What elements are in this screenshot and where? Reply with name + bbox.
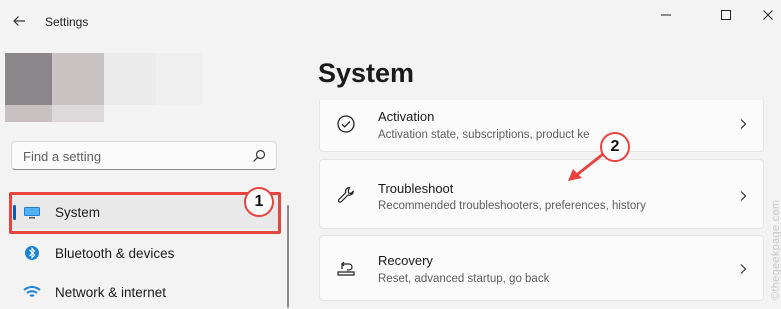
avatar-block (52, 105, 104, 122)
recovery-icon (337, 261, 355, 276)
sidebar-item-bluetooth[interactable]: Bluetooth & devices (10, 236, 280, 270)
bluetooth-icon (23, 244, 41, 262)
settings-card-activation[interactable]: Activation Activation state, subscriptio… (319, 100, 764, 152)
card-title: Recovery (378, 253, 433, 268)
account-avatar[interactable] (5, 53, 203, 122)
search-placeholder: Find a setting (23, 149, 102, 164)
avatar-block (5, 105, 52, 122)
wrench-icon (337, 186, 354, 203)
step-badge-2: 2 (600, 132, 630, 162)
step-badge-1: 1 (244, 187, 274, 217)
wifi-icon (23, 283, 41, 301)
close-button[interactable] (748, 4, 781, 26)
sidebar-item-label: Network & internet (55, 284, 167, 300)
maximize-button[interactable] (706, 4, 746, 26)
sidebar-item-network[interactable]: Network & internet (10, 275, 280, 309)
avatar-block (104, 53, 156, 105)
search-input[interactable]: Find a setting (11, 141, 277, 170)
avatar-block (5, 53, 52, 105)
sidebar-item-label: Bluetooth & devices (55, 245, 175, 261)
card-subtitle: Recommended troubleshooters, preferences… (378, 200, 646, 212)
sidebar-scrollbar[interactable] (287, 205, 289, 308)
settings-card-recovery[interactable]: Recovery Reset, advanced startup, go bac… (319, 235, 764, 301)
back-arrow-icon (13, 16, 25, 26)
card-subtitle: Activation state, subscriptions, product… (378, 129, 590, 141)
avatar-block (52, 53, 104, 105)
highlight-box-system (9, 192, 281, 234)
card-title: Activation (378, 109, 435, 124)
app-title: Settings (45, 15, 89, 29)
check-circle-icon (337, 115, 355, 133)
minimize-button[interactable] (646, 4, 686, 26)
search-icon (253, 149, 266, 162)
watermark-text: ©thegeekpage.com (770, 199, 781, 300)
page-title: System (318, 58, 415, 88)
chevron-right-icon (740, 191, 747, 201)
close-icon (763, 10, 773, 20)
back-button[interactable] (6, 8, 32, 34)
settings-card-troubleshoot[interactable]: Troubleshoot Recommended troubleshooters… (319, 159, 764, 229)
watermark: ©thegeekpage.com (756, 130, 781, 300)
card-title: Troubleshoot (378, 181, 454, 196)
card-subtitle: Reset, advanced startup, go back (378, 273, 550, 285)
minimize-icon (661, 14, 671, 16)
maximize-icon (721, 10, 731, 20)
chevron-right-icon (740, 264, 747, 274)
chevron-right-icon (740, 119, 747, 129)
avatar-block (156, 53, 203, 105)
